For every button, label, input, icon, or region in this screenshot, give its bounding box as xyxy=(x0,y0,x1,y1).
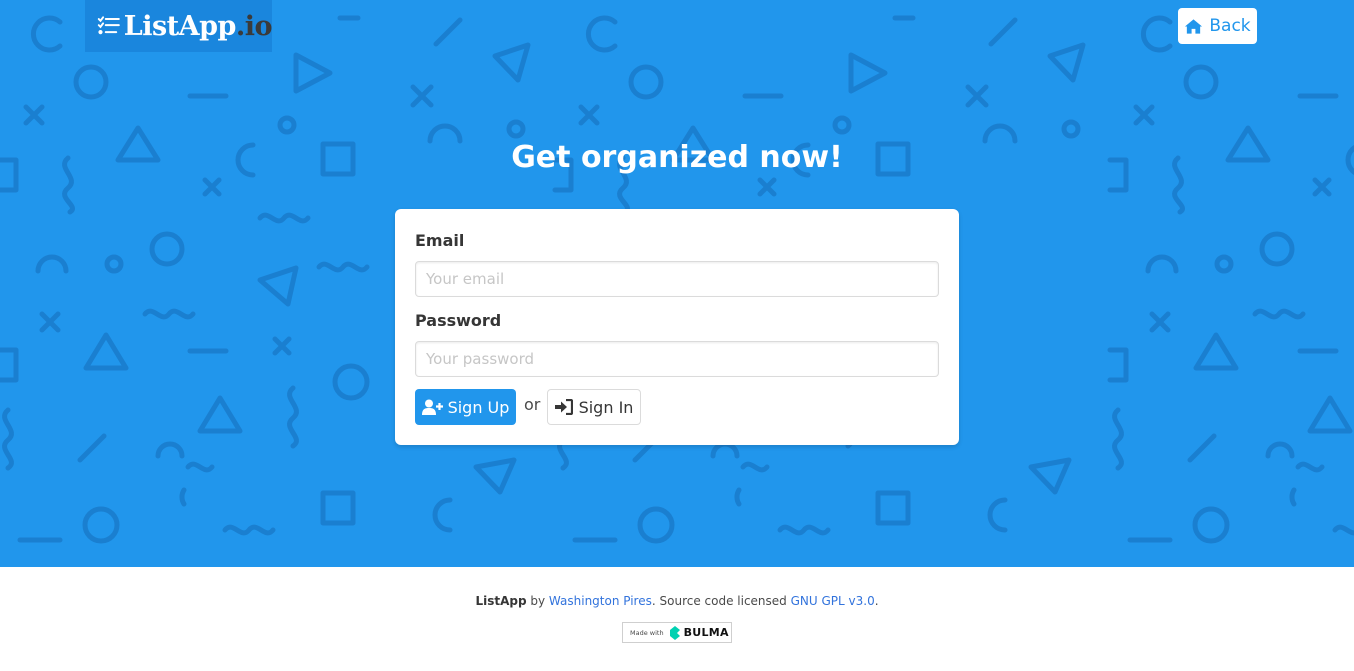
email-label: Email xyxy=(415,231,465,250)
badge-bulma-name: BULMA xyxy=(683,626,729,639)
badge-made-with: Made with xyxy=(630,628,664,637)
checklist-icon xyxy=(97,16,120,35)
sign-up-label: Sign Up xyxy=(447,397,510,417)
email-field[interactable] xyxy=(415,261,939,297)
made-with-bulma-badge[interactable]: Made with BULMA xyxy=(622,622,732,643)
or-separator: or xyxy=(524,395,541,414)
bulma-logo-icon xyxy=(669,625,680,640)
sign-in-icon xyxy=(554,399,573,415)
sign-in-button[interactable]: Sign In xyxy=(547,389,641,425)
author-link[interactable]: Washington Pires xyxy=(549,594,652,608)
footer-license-text: . Source code licensed xyxy=(651,594,791,608)
footer-brand: ListApp xyxy=(475,594,527,608)
footer-by: by xyxy=(526,594,549,608)
password-label: Password xyxy=(415,311,502,330)
logo-suffix: .io xyxy=(235,10,273,42)
home-icon xyxy=(1185,18,1203,34)
page-headline: Get organized now! xyxy=(511,140,843,175)
user-plus-icon xyxy=(421,399,443,415)
back-button[interactable]: Back xyxy=(1178,8,1257,44)
sign-in-label: Sign In xyxy=(578,397,634,417)
footer-credits: ListApp by Washington Pires. Source code… xyxy=(0,594,1354,608)
signup-form-card: Email Password Sign Up or Sign In xyxy=(395,209,959,445)
footer-end: . xyxy=(874,594,879,608)
logo-name: ListApp xyxy=(123,10,237,42)
app-logo[interactable]: ListApp .io xyxy=(85,0,273,52)
license-link[interactable]: GNU GPL v3.0 xyxy=(791,594,875,608)
sign-up-button[interactable]: Sign Up xyxy=(415,389,516,425)
back-button-label: Back xyxy=(1209,16,1251,36)
password-field[interactable] xyxy=(415,341,939,377)
